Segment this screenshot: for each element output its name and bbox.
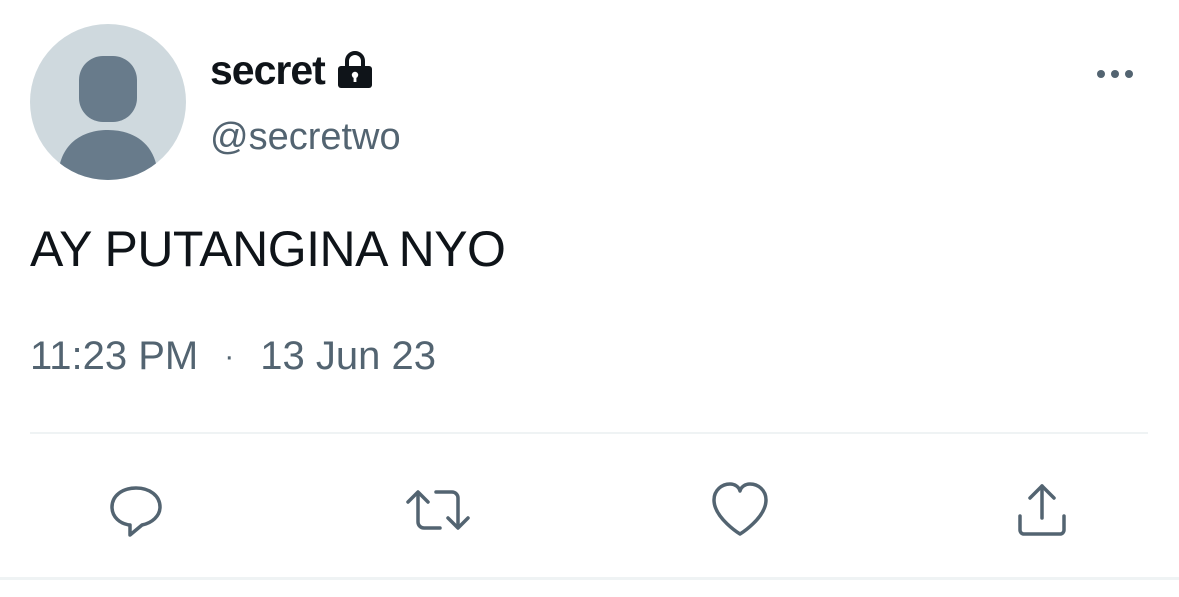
meta-separator: · (224, 339, 235, 373)
reply-icon (110, 486, 162, 537)
divider (30, 432, 1148, 434)
tweet-time[interactable]: 11:23 PM (30, 334, 198, 379)
avatar[interactable] (30, 24, 186, 180)
heart-icon (712, 482, 768, 536)
tweet-text: AY PUTANGINA NYO (30, 221, 506, 277)
share-icon (1018, 484, 1066, 536)
tweet-meta: 11:23 PM · 13 Jun 23 (30, 334, 436, 379)
tweet-date[interactable]: 13 Jun 23 (260, 334, 436, 379)
default-avatar-icon (58, 56, 158, 180)
action-bar (0, 470, 1179, 550)
like-button[interactable] (700, 470, 780, 550)
tweet-card: secret @secretwo AY PUTANGINA NYO 11:23 … (0, 0, 1179, 597)
reply-button[interactable] (96, 470, 176, 550)
author-handle[interactable]: @secretwo (210, 116, 401, 159)
display-name[interactable]: secret (210, 47, 326, 94)
more-options-icon (1097, 70, 1133, 78)
share-button[interactable] (1002, 470, 1082, 550)
lock-icon (335, 50, 375, 90)
retweet-button[interactable] (398, 470, 478, 550)
author-name-row[interactable]: secret (210, 44, 375, 96)
retweet-icon (406, 490, 470, 530)
bottom-divider (0, 577, 1179, 580)
more-options-button[interactable] (1090, 56, 1140, 92)
